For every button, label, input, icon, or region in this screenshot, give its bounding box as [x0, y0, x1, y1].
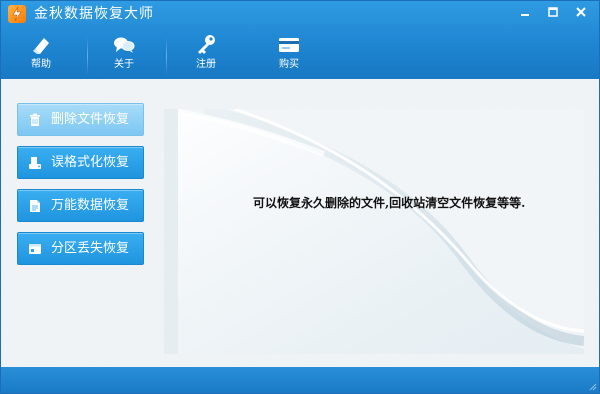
about-label: 关于	[114, 59, 134, 70]
feature-description: 可以恢复永久删除的文件,回收站清空文件恢复等等.	[253, 196, 526, 210]
main-content: 删除文件恢复 误格式化恢复 万能数据恢复 分区丢失恢复 可以恢复永久删除的文件,…	[1, 79, 599, 367]
lightning-logo-icon	[8, 5, 26, 23]
swoosh-illustration	[164, 109, 584, 354]
title-bar[interactable]: 金秋数据恢复大师	[1, 1, 599, 27]
buy-label: 购买	[279, 59, 299, 70]
eraser-help-icon	[33, 38, 49, 54]
register-label: 注册	[196, 59, 216, 70]
close-button[interactable]	[567, 1, 595, 23]
register-button[interactable]: 注册	[176, 29, 236, 75]
help-label: 帮助	[31, 59, 51, 70]
window-controls	[511, 1, 595, 23]
document-icon	[30, 200, 40, 212]
key-icon	[198, 35, 215, 54]
format-recovery-button[interactable]: 误格式化恢复	[17, 146, 144, 179]
close-icon	[576, 7, 586, 17]
toolbar-divider	[166, 37, 167, 75]
header: 金秋数据恢复大师 帮助 关于 注册 购买	[1, 1, 599, 79]
deleted-file-recovery-button[interactable]: 删除文件恢复	[17, 103, 144, 136]
maximize-button[interactable]	[539, 1, 567, 23]
format-recovery-label: 误格式化恢复	[51, 155, 130, 170]
trash-icon	[30, 113, 40, 126]
partition-recovery-label: 分区丢失恢复	[51, 241, 130, 256]
buy-button[interactable]: 购买	[259, 29, 319, 75]
about-button[interactable]: 关于	[94, 29, 154, 75]
disk-format-icon	[29, 157, 41, 169]
card-icon	[279, 38, 299, 52]
universal-recovery-label: 万能数据恢复	[51, 198, 130, 213]
universal-recovery-button[interactable]: 万能数据恢复	[17, 189, 144, 222]
toolbar-divider	[87, 37, 88, 75]
help-button[interactable]: 帮助	[11, 29, 71, 75]
toolbar: 帮助 关于 注册 购买	[1, 29, 599, 77]
resize-grip-icon[interactable]	[587, 381, 597, 391]
app-window: 金秋数据恢复大师 帮助 关于 注册 购买 删除文件恢复 误格式化恢复 万能数据恢…	[0, 0, 600, 394]
partition-recovery-button[interactable]: 分区丢失恢复	[17, 232, 144, 265]
app-title: 金秋数据恢复大师	[34, 6, 154, 22]
chat-bubbles-icon	[114, 37, 135, 53]
partition-icon	[29, 244, 41, 254]
status-bar	[1, 367, 599, 393]
illustration-panel	[164, 109, 584, 354]
minimize-button[interactable]	[511, 1, 539, 23]
maximize-icon	[548, 7, 558, 17]
deleted-file-recovery-label: 删除文件恢复	[51, 112, 130, 127]
minimize-icon	[521, 14, 529, 16]
